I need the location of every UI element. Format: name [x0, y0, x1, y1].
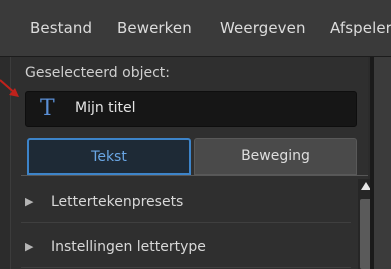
- menu-weergeven[interactable]: Weergeven: [220, 19, 306, 37]
- preview-area: [374, 57, 391, 269]
- selected-object-name: Mijn titel: [75, 100, 136, 116]
- accordion-lettertekenpresets[interactable]: ▶ Lettertekenpresets: [21, 184, 351, 223]
- accordion-label: Lettertekenpresets: [51, 194, 184, 210]
- menu-bestand[interactable]: Bestand: [30, 19, 92, 37]
- menu-bar: Bestand Bewerken Weergeven Afspeler: [0, 0, 391, 57]
- tab-tekst[interactable]: Tekst: [27, 138, 191, 175]
- selected-object-label: Geselecteerd object:: [25, 65, 170, 81]
- accordion-label: Instellingen lettertype: [51, 239, 206, 255]
- triangle-right-icon: ▶: [25, 240, 34, 253]
- tabs-divider: [21, 175, 368, 176]
- triangle-right-icon: ▶: [25, 195, 34, 208]
- text-type-icon: T: [40, 96, 55, 121]
- callout-arrow-icon: [0, 79, 19, 97]
- accordion-instellingen-lettertype[interactable]: ▶ Instellingen lettertype: [21, 229, 351, 268]
- title-properties-panel: Geselecteerd object: T Mijn titel Tekst …: [10, 57, 375, 269]
- menu-afspeler[interactable]: Afspeler: [330, 19, 391, 37]
- app-window: Bestand Bewerken Weergeven Afspeler Gese…: [0, 0, 391, 269]
- selected-object-field[interactable]: T Mijn titel: [25, 91, 357, 127]
- tab-beweging[interactable]: Beweging: [194, 138, 357, 175]
- menu-bewerken[interactable]: Bewerken: [117, 19, 192, 37]
